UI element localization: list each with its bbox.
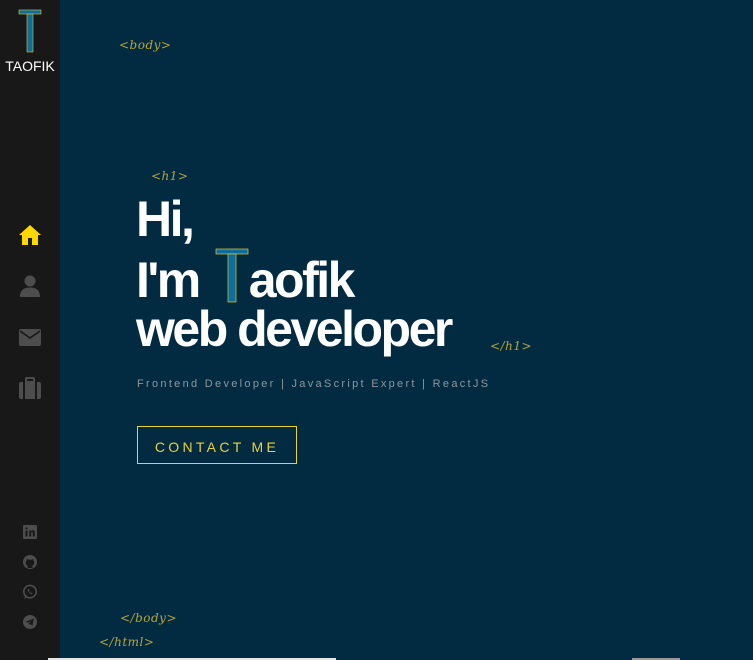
logo-name: TAOFIK <box>5 58 55 74</box>
sidebar: TAOFIK <box>0 0 60 660</box>
hero-line-name: I'm aofik <box>136 247 451 308</box>
telegram-icon <box>23 615 37 629</box>
github-icon <box>23 555 37 569</box>
social-linkedin[interactable] <box>0 524 60 554</box>
briefcase-icon <box>19 377 41 399</box>
hero-subtitle: Frontend Developer | JavaScript Expert |… <box>137 378 491 390</box>
logo[interactable]: TAOFIK <box>0 8 60 74</box>
sidebar-nav <box>0 218 60 422</box>
social-links <box>0 524 60 644</box>
nav-item-home[interactable] <box>0 218 60 269</box>
contact-me-button[interactable]: CONTACT ME <box>137 426 297 464</box>
hero-name-letter <box>215 247 249 303</box>
hero-line-greeting: Hi, <box>136 191 195 247</box>
home-icon <box>19 225 41 245</box>
letter-t-icon <box>215 248 249 303</box>
social-telegram[interactable] <box>0 614 60 644</box>
whatsapp-icon <box>23 584 37 599</box>
nav-item-about[interactable] <box>0 269 60 320</box>
hero-name-rest: aofik <box>248 252 356 308</box>
social-whatsapp[interactable] <box>0 584 60 614</box>
tag-h1-open: <h1> <box>151 169 189 183</box>
nav-item-portfolio[interactable] <box>0 371 60 422</box>
linkedin-icon <box>23 525 37 539</box>
hero-heading: Hi, I'm aofik web developer <box>136 191 453 357</box>
tag-h1-close: </h1> <box>490 339 533 353</box>
logo-letter-icon <box>18 9 42 53</box>
envelope-icon <box>19 329 41 346</box>
social-github[interactable] <box>0 554 60 584</box>
hero-im: I'm <box>136 252 201 308</box>
tag-body-open: <body> <box>119 38 172 52</box>
tag-body-close: </body> <box>120 611 178 625</box>
nav-item-contact[interactable] <box>0 320 60 371</box>
tag-html-close: </html> <box>99 635 155 649</box>
hero-line-role: web developer <box>136 301 453 357</box>
user-icon <box>20 275 40 297</box>
